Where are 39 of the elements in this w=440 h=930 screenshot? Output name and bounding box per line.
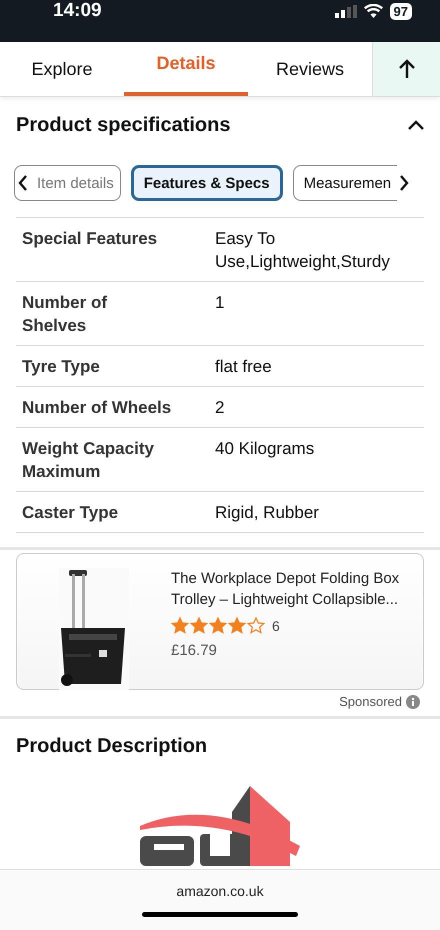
url-text[interactable]: amazon.co.uk [176,883,264,899]
product-card[interactable]: The Workplace Depot Folding Box Trolley – Lightweight Collapsible... 6 £16.79 [16,553,424,690]
scroll-top-button[interactable] [372,42,440,96]
sponsored-label: Sponsored [339,694,402,709]
price: £16.79 [171,642,218,659]
spec-value: Rigid, Rubber [215,502,320,524]
battery-icon: 97 [390,2,412,20]
star-filled-icon [209,617,227,634]
rating-count: 6 [272,618,280,634]
info-icon[interactable] [406,694,420,708]
star-filled-icon [228,617,246,634]
spec-name: Special Features [22,228,158,250]
star-filled-icon [171,617,189,634]
spec-value: flat free [215,356,273,378]
spec-name: Number of Wheels [22,397,172,419]
tab[interactable]: Details [124,42,248,96]
signal-icon [334,4,357,18]
up-arrow-icon [398,59,414,79]
spec-name: Weight Capacity Maximum [22,438,155,483]
star-filled-icon [190,617,208,634]
filter-chip[interactable]: Features & Specs [130,165,283,201]
wifi-icon [364,4,383,18]
tab[interactable]: Reviews [248,42,372,96]
tab[interactable]: Explore [0,42,124,96]
spec-name: Caster Type [22,502,120,524]
spec-value: 2 [215,397,226,419]
clock-time: 14:09 [53,0,102,22]
section-title: Product specifications [16,114,230,136]
spec-value: 1 [215,292,226,314]
product-title[interactable]: The Workplace Depot Folding Box Trolley – Lightweight Collapsible... [171,568,407,610]
spec-name: Number of Shelves [22,292,108,337]
spec-value: Easy To Use,Lightweight,Sturdy [215,228,391,273]
spec-name: Tyre Type [22,356,101,378]
chevron-right-icon[interactable] [397,173,412,193]
filter-chip[interactable]: Item details [14,165,121,201]
filter-chip[interactable]: Measuremen [292,165,398,201]
collapse-caret-icon[interactable] [408,120,424,130]
spec-value: 40 Kilograms [215,438,316,460]
section-title: Product Description [16,735,208,758]
